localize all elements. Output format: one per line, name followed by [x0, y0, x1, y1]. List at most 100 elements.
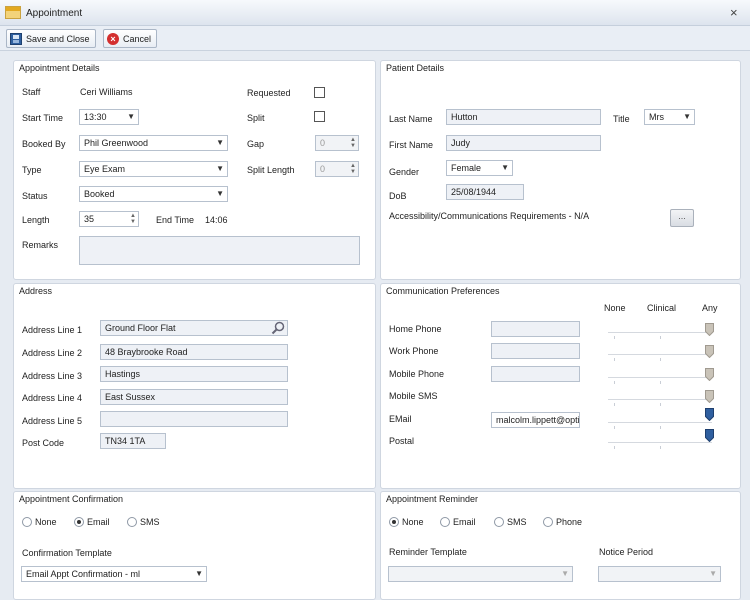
last-name-input[interactable]: Hutton [446, 109, 601, 125]
title-select[interactable]: Mrs ▼ [644, 109, 695, 125]
remarks-textarea[interactable] [79, 236, 360, 265]
gap-label: Gap [247, 139, 265, 149]
email-slider-thumb[interactable] [705, 408, 714, 421]
home-phone-input[interactable] [491, 321, 580, 337]
dob-input[interactable]: 25/08/1944 [446, 184, 524, 200]
slider-tick [614, 358, 615, 361]
reminder-radio-phone[interactable]: Phone [543, 517, 582, 527]
first-name-label: First Name [389, 140, 434, 150]
radio-button [127, 517, 137, 527]
gap-stepper[interactable]: 0 ▲ ▼ [315, 135, 359, 151]
work-phone-slider-track[interactable] [608, 354, 712, 355]
magnifier-icon[interactable] [271, 321, 286, 335]
reminder-template-select[interactable]: ▼ [388, 566, 573, 582]
address-line-4-input[interactable]: East Sussex [100, 389, 288, 405]
requested-checkbox[interactable] [314, 87, 325, 98]
email-input[interactable]: malcolm.lippett@optix [491, 412, 580, 428]
chevron-down-icon: ▼ [216, 164, 224, 173]
status-select[interactable]: Booked ▼ [79, 186, 228, 202]
slider-tick [660, 403, 661, 406]
slider-tick [660, 358, 661, 361]
slider-tick [660, 381, 661, 384]
slider-tick [614, 446, 615, 449]
confirmation-template-select[interactable]: Email Appt Confirmation - ml ▼ [21, 566, 207, 582]
last-name-label: Last Name [389, 114, 433, 124]
slider-tick [660, 446, 661, 449]
radio-label: None [35, 517, 57, 527]
title-label: Title [613, 114, 630, 124]
col-header-none: None [604, 303, 626, 313]
address-line-1-label: Address Line 1 [22, 325, 83, 335]
close-icon[interactable]: × [730, 5, 738, 20]
chevron-down-icon: ▼ [683, 112, 691, 121]
red-x-icon: × [107, 32, 119, 45]
confirmation-radio-sms[interactable]: SMS [127, 517, 160, 527]
mobile-sms-slider-track[interactable] [608, 399, 712, 400]
appointment-reminder-panel [380, 491, 741, 600]
mobile-phone-slider-track[interactable] [608, 377, 712, 378]
radio-label: Email [87, 517, 110, 527]
accessibility-button[interactable]: ... [670, 209, 694, 227]
confirmation-radio-email[interactable]: Email [74, 517, 110, 527]
booked-by-select[interactable]: Phil Greenwood ▼ [79, 135, 228, 151]
chevron-down-icon: ▼ [561, 569, 569, 578]
work-phone-input[interactable] [491, 343, 580, 359]
notice-period-select[interactable]: ▼ [598, 566, 721, 582]
radio-label: Phone [556, 517, 583, 527]
save-and-close-button[interactable]: Save and Close [6, 29, 96, 48]
postal-slider-thumb[interactable] [705, 429, 714, 442]
chevron-down-icon: ▼ [216, 138, 224, 147]
confirmation-radio-none[interactable]: None [22, 517, 57, 527]
floppy-disk-icon [10, 32, 22, 45]
work-phone-slider-thumb[interactable] [705, 345, 714, 358]
address-line-1-input[interactable]: Ground Floor Flat [100, 320, 288, 336]
status-label: Status [22, 191, 48, 201]
mobile-sms-slider-thumb[interactable] [705, 390, 714, 403]
home-phone-slider-track[interactable] [608, 332, 712, 333]
length-stepper[interactable]: 35 ▲ ▼ [79, 211, 139, 227]
chevron-down-icon: ▼ [216, 189, 224, 198]
window-title: Appointment [26, 8, 83, 19]
radio-button-selected [389, 517, 399, 527]
address-line-2-input[interactable]: 48 Braybrooke Road [100, 344, 288, 360]
length-label: Length [22, 215, 50, 225]
first-name-input[interactable]: Judy [446, 135, 601, 151]
split-length-stepper[interactable]: 0 ▲ ▼ [315, 161, 359, 177]
chevron-down-icon: ▼ [195, 569, 203, 578]
radio-label: SMS [507, 517, 527, 527]
accessibility-label: Accessibility/Communications Requirement… [389, 211, 590, 221]
reminder-radio-sms[interactable]: SMS [494, 517, 527, 527]
split-label: Split [247, 113, 265, 123]
address-line-3-input[interactable]: Hastings [100, 366, 288, 382]
start-time-value: 13:30 [84, 112, 107, 122]
split-checkbox[interactable] [314, 111, 325, 122]
mobile-phone-input[interactable] [491, 366, 580, 382]
spinner-arrows-icon: ▲ ▼ [350, 163, 356, 175]
cancel-button[interactable]: × Cancel [103, 29, 158, 48]
address-line-1-value: Ground Floor Flat [105, 323, 176, 333]
gender-select[interactable]: Female ▼ [446, 160, 513, 176]
postcode-input[interactable]: TN34 1TA [100, 433, 166, 449]
slider-tick [614, 403, 615, 406]
staff-value: Ceri Williams [80, 87, 133, 97]
address-line-2-label: Address Line 2 [22, 348, 83, 358]
reminder-radio-email[interactable]: Email [440, 517, 476, 527]
notice-period-label: Notice Period [599, 547, 654, 557]
start-time-select[interactable]: 13:30 ▼ [79, 109, 139, 125]
chevron-down-icon: ▼ [501, 163, 509, 172]
email-slider-track[interactable] [608, 422, 712, 423]
patient-details-title: Patient Details [386, 63, 445, 73]
home-phone-slider-thumb[interactable] [705, 323, 714, 336]
postal-slider-track[interactable] [608, 442, 712, 443]
postal-label: Postal [389, 436, 415, 446]
address-line-5-input[interactable] [100, 411, 288, 427]
col-header-any: Any [702, 303, 718, 313]
reminder-radio-none[interactable]: None [389, 517, 424, 527]
chevron-down-icon: ▼ [127, 112, 135, 121]
work-phone-label: Work Phone [389, 346, 439, 356]
type-select[interactable]: Eye Exam ▼ [79, 161, 228, 177]
confirmation-template-value: Email Appt Confirmation - ml [26, 569, 141, 579]
radio-button [22, 517, 32, 527]
mobile-phone-slider-thumb[interactable] [705, 368, 714, 381]
split-length-value: 0 [320, 164, 326, 174]
